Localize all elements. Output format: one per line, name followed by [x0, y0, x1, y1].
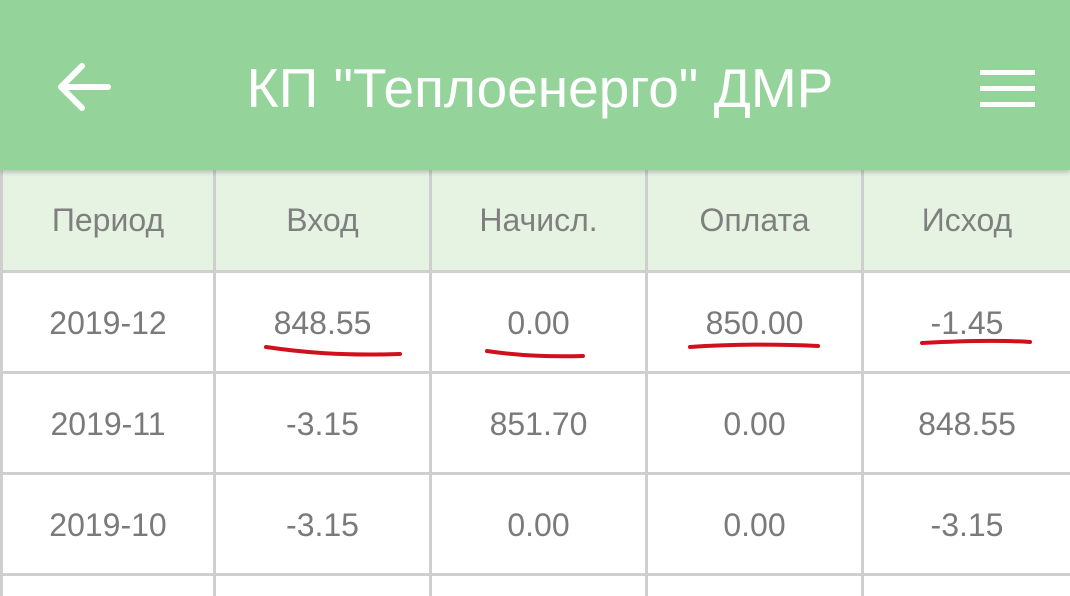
column-header-charged[interactable]: Начисл.: [432, 170, 648, 270]
hamburger-menu-icon: [980, 70, 1035, 107]
opening-balance-cell: 848.55: [216, 273, 432, 373]
balance-table: Период Вход Начисл. Оплата Исход 2019-12…: [0, 170, 1070, 596]
period-cell: 2019-12: [0, 273, 216, 373]
payment-cell: 850.00: [648, 273, 864, 373]
page-title: КП "Теплоенерго" ДМР: [246, 57, 834, 119]
period-cell: 2019-10: [0, 475, 216, 575]
table-row[interactable]: 2019-12 848.55 0.00 850.00 -1.45: [0, 273, 1070, 373]
charged-cell: 0.00: [432, 273, 648, 373]
column-header-closing-balance[interactable]: Исход: [864, 170, 1070, 270]
opening-balance-cell: -3.15: [216, 374, 432, 474]
closing-balance-cell: -3.15: [930, 506, 1004, 543]
period-cell: [0, 576, 216, 596]
payment-cell: [648, 576, 864, 596]
closing-balance-cell: [864, 576, 1070, 596]
column-header-opening-balance[interactable]: Вход: [216, 170, 432, 270]
arrow-left-icon: [58, 63, 111, 111]
charged-cell: 0.00: [432, 475, 648, 575]
table-header-row: Период Вход Начисл. Оплата Исход: [0, 170, 1070, 270]
back-button[interactable]: [50, 52, 120, 122]
column-header-period[interactable]: Период: [0, 170, 216, 270]
period-cell: 2019-11: [0, 374, 216, 474]
closing-balance-cell: 848.55: [918, 405, 1016, 442]
table-row-partial[interactable]: [0, 576, 1070, 596]
payment-cell: 0.00: [648, 374, 864, 474]
opening-balance-cell: -3.15: [216, 475, 432, 575]
closing-balance-cell: -1.45: [930, 304, 1004, 341]
opening-balance-cell: [216, 576, 432, 596]
payment-cell: 0.00: [648, 475, 864, 575]
table-row[interactable]: 2019-11 -3.15 851.70 0.00 848.55: [0, 374, 1070, 474]
menu-button[interactable]: [972, 58, 1044, 118]
app-bar: КП "Теплоенерго" ДМР: [0, 0, 1070, 170]
charged-cell: [432, 576, 648, 596]
column-header-payment[interactable]: Оплата: [648, 170, 864, 270]
table-row[interactable]: 2019-10 -3.15 0.00 0.00 -3.15: [0, 475, 1070, 575]
charged-cell: 851.70: [432, 374, 648, 474]
